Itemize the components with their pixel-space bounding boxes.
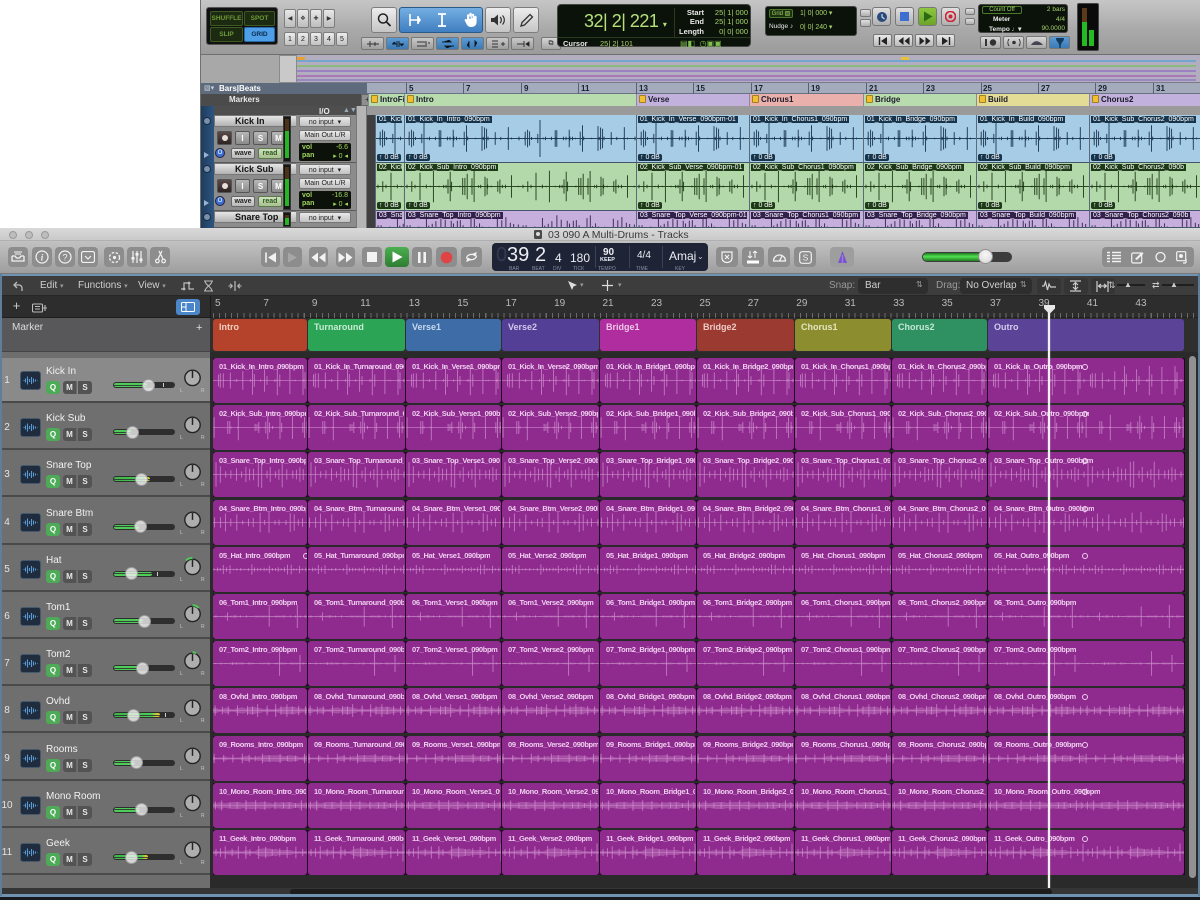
svg-text:i: i — [41, 253, 44, 263]
svg-text:?: ? — [62, 253, 67, 263]
svg-text:S: S — [802, 252, 808, 262]
